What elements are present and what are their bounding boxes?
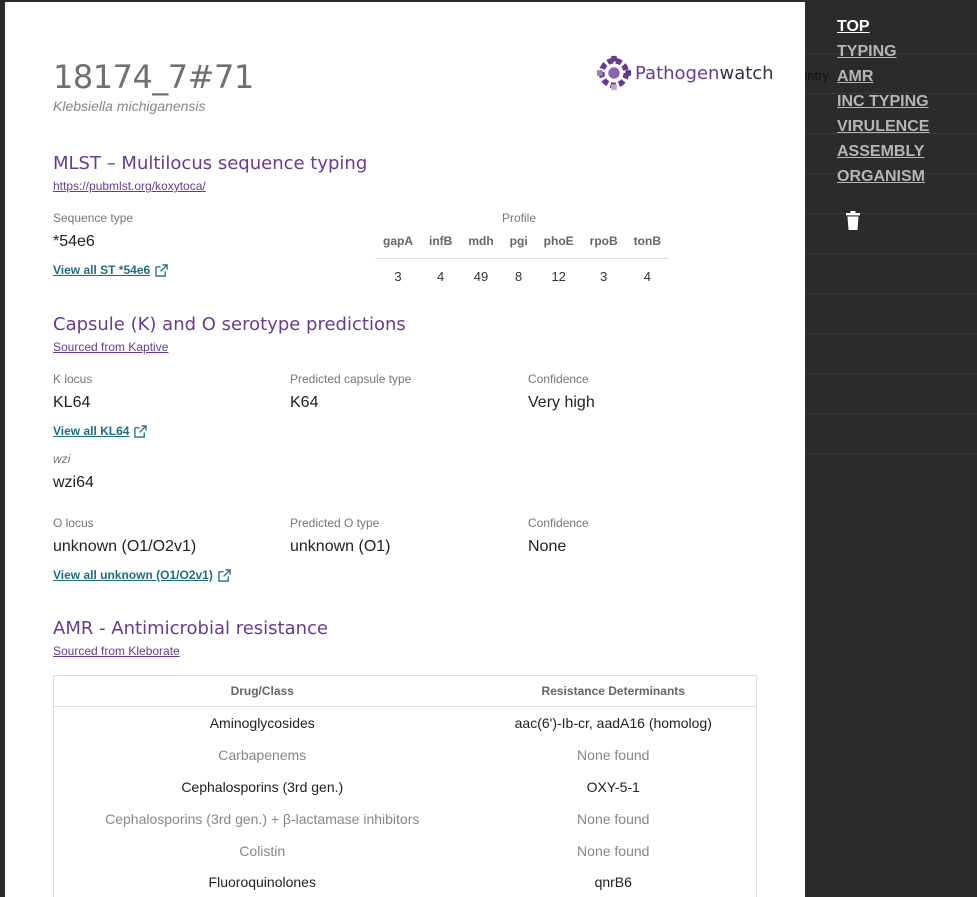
sequence-type-label: Sequence type [53,211,134,225]
sequence-type-value: *54e6 [53,233,95,250]
allele-value: 12 [551,269,566,284]
kaptive-heading: Capsule (K) and O serotype predictions [53,314,406,335]
resistance-determinants-header: Resistance Determinants [470,675,757,707]
determinant-cell: OXY-5-1 [586,778,640,795]
view-all-st-link[interactable]: View all ST *54e6 [53,263,168,277]
allele-value: 8 [515,269,523,284]
amr-row: Aminoglycosides aac(6')-Ib-cr, aadA16 (ho… [54,707,757,739]
gene-header: rpoB [581,230,626,259]
allele-value: 3 [600,269,608,284]
mlst-heading: MLST – Multilocus sequence typing [53,153,368,174]
amr-row: Fluoroquinolones qnrB6 [54,867,757,897]
k-confidence-value: Very high [528,394,595,411]
amr-table: Drug/Class Resistance Determinants Amino… [53,675,757,897]
gene-header: phoE [535,230,582,259]
external-link-icon [218,568,231,582]
external-link-icon [155,263,168,277]
o-locus-label: O locus [53,516,94,530]
allele-value: 4 [437,269,445,284]
section-nav: TOP TYPING AMR INC TYPING VIRULENCE ASSEMBLY O… [837,17,929,192]
determinant-cell: aac(6')-Ib-cr, aadA16 (homolog) [514,714,712,731]
o-locus-value: unknown (O1/O2v1) [53,538,197,555]
predicted-o-type-value: unknown (O1) [290,538,391,555]
amr-row: Cephalosporins (3rd gen.) OXY-5-1 [54,771,757,803]
genome-title: 18174_7#71 [53,58,254,96]
allele-value: 4 [643,269,651,284]
determinant-cell: None found [577,746,650,763]
nav-item-organism[interactable]: ORGANISM [837,167,929,192]
allele-value: 49 [473,269,489,284]
wzi-value: wzi64 [53,474,94,491]
nav-item-typing[interactable]: TYPING [837,42,929,67]
k-locus-label: K locus [53,372,93,386]
mlst-source-link[interactable]: https://pubmlst.org/koxytoca/ [53,179,206,193]
amr-row: Carbapenems None found [54,739,757,771]
drug-class-cell: Carbapenems [218,746,307,763]
o-confidence-label: Confidence [528,516,589,530]
logo-wordmark: Pathogenwatch [635,62,774,84]
gene-header: pgi [501,230,536,259]
nav-item-inc-typing[interactable]: INC TYPING [837,92,929,117]
gene-header: mdh [460,230,502,259]
predicted-capsule-value: K64 [290,394,319,411]
drug-class-header: Drug/Class [53,675,471,707]
pathogenwatch-gear-icon [596,55,632,91]
view-all-st-label: View all ST *54e6 [53,263,151,277]
kaptive-source-link[interactable]: Sourced from Kaptive [53,340,168,354]
trash-icon[interactable] [845,211,861,231]
gene-header: tonB [625,230,669,259]
nav-item-virulence[interactable]: VIRULENCE [837,117,929,142]
view-all-o-locus-label: View all unknown (O1/O2v1) [53,568,213,582]
determinant-cell: qnrB6 [594,874,632,891]
genome-report-modal: 18174_7#71 Klebsiella michiganensis Path… [5,2,805,897]
kleborate-source-link[interactable]: Sourced from Kleborate [53,644,180,658]
drug-class-cell: Colistin [239,842,286,859]
drug-class-cell: Aminoglycosides [209,714,315,731]
pathogenwatch-logo: Pathogenwatch [595,54,774,92]
o-confidence-value: None [528,538,567,555]
gene-header: infB [421,230,461,259]
profile-label: Profile [502,211,537,225]
drug-class-cell: Cephalosporins (3rd gen.) [181,778,344,795]
determinant-cell: None found [577,810,650,827]
predicted-capsule-label: Predicted capsule type [290,372,412,386]
mlst-profile-table: gapA infB mdh pgi phoE rpoB tonB 3 4 49 8 12 3 4 [375,230,669,288]
view-all-kl64-label: View all KL64 [53,424,130,438]
nav-item-assembly[interactable]: ASSEMBLY [837,142,929,167]
k-locus-value: KL64 [53,394,91,411]
drug-class-cell: Cephalosporins (3rd gen.) + β-lactamase … [105,810,420,827]
gene-header: gapA [375,230,421,259]
amr-row: Cephalosporins (3rd gen.) + β-lactamase … [54,803,757,835]
k-confidence-label: Confidence [528,372,589,386]
wzi-label: wzi [53,452,71,466]
amr-heading: AMR - Antimicrobial resistance [53,618,329,639]
predicted-o-type-label: Predicted O type [290,516,380,530]
amr-row: Colistin None found [54,835,757,867]
organism-name: Klebsiella michiganensis [53,98,206,114]
external-link-icon [134,424,148,438]
allele-value: 3 [394,269,402,284]
nav-item-amr[interactable]: AMR [837,67,929,92]
view-all-o-locus-link[interactable]: View all unknown (O1/O2v1) [53,568,231,582]
nav-item-top[interactable]: TOP [837,17,929,42]
view-all-kl64-link[interactable]: View all KL64 [53,424,148,438]
determinant-cell: None found [577,842,650,859]
drug-class-cell: Fluoroquinolones [208,874,316,891]
